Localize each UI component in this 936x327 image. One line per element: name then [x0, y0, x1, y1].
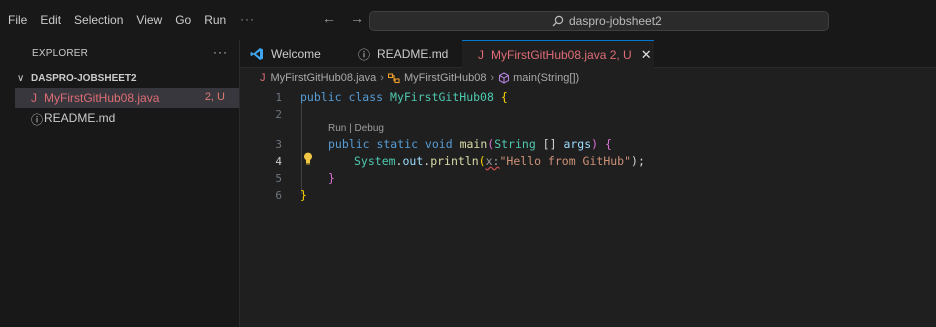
close-icon[interactable]: ✕	[641, 47, 652, 63]
explorer-sidebar: EXPLORER ··· ∨ DASPRO-JOBSHEET2 J MyFirs…	[0, 40, 240, 327]
info-icon: ⓘ	[358, 47, 371, 62]
tab-welcome[interactable]: Welcome	[240, 40, 350, 68]
tab-label: Welcome	[271, 47, 321, 61]
title-bar: File Edit Selection View Go Run ··· ← → …	[0, 0, 936, 40]
code-line-6: }	[300, 188, 307, 202]
tab-bar: Welcome ⓘ README.md J MyFirstGitHub08.ja…	[240, 40, 936, 68]
line-number: 5	[275, 172, 282, 185]
line-number-current: 4	[275, 155, 282, 168]
token-array: []	[535, 137, 564, 151]
tab-label: MyFirstGitHub08.java 2, U	[491, 47, 632, 62]
lightbulb-icon[interactable]	[303, 152, 313, 165]
java-file-icon: J	[478, 47, 484, 62]
menu-go[interactable]: Go	[175, 13, 191, 27]
info-icon: ⓘ	[31, 113, 44, 127]
code-editor[interactable]: 1 2 3 4 5 6 public class MyFirstGitHub08…	[240, 88, 936, 327]
menu-bar: File Edit Selection View Go Run	[0, 13, 239, 27]
line-number: 6	[275, 189, 282, 202]
class-icon	[387, 72, 400, 83]
git-status-badge: 2, U	[204, 91, 225, 103]
token-string: "Hello from GitHub"	[499, 154, 632, 168]
java-file-icon: J	[260, 72, 266, 84]
token-class-name: System	[354, 154, 396, 168]
explorer-more-button[interactable]: ···	[213, 45, 228, 59]
java-file-icon: J	[31, 91, 37, 105]
command-center-search[interactable]: daspro-jobsheet2	[369, 11, 829, 31]
folder-row[interactable]: ∨ DASPRO-JOBSHEET2	[0, 70, 239, 88]
explorer-header: EXPLORER	[32, 48, 89, 59]
token-function: println	[430, 154, 479, 168]
token-paren: (	[478, 154, 486, 168]
method-icon	[499, 72, 510, 84]
menu-view[interactable]: View	[136, 13, 162, 27]
line-number: 2	[275, 108, 282, 121]
file-name: README.md	[44, 111, 116, 125]
breadcrumb-class[interactable]: MyFirstGitHub08	[404, 72, 487, 84]
codelens-run-debug[interactable]: Run | Debug	[328, 123, 384, 134]
breadcrumb-file[interactable]: MyFirstGitHub08.java	[271, 72, 377, 84]
nav-arrows: ← →	[322, 10, 364, 26]
breadcrumb-method[interactable]: main(String[])	[513, 72, 579, 84]
menu-edit[interactable]: Edit	[40, 13, 61, 27]
menu-more-button[interactable]: ···	[240, 12, 255, 26]
tab-readme[interactable]: ⓘ README.md	[350, 40, 462, 68]
back-arrow-icon[interactable]: ←	[322, 10, 336, 26]
token-type: String	[494, 137, 536, 151]
code-line-4: System.out.println(x:"Hello from GitHub"…	[354, 154, 645, 168]
search-icon	[552, 15, 564, 27]
code-line-5: }	[328, 171, 335, 185]
breadcrumb-separator: ›	[490, 72, 495, 84]
file-item-myfirstgithub08[interactable]: J MyFirstGitHub08.java 2, U	[15, 88, 239, 108]
token-function: main	[459, 137, 488, 151]
token-paren: )	[591, 137, 599, 151]
line-number: 3	[275, 138, 282, 151]
line-number: 1	[275, 91, 282, 104]
token-brace: {	[605, 137, 612, 151]
search-text: daspro-jobsheet2	[569, 14, 662, 28]
forward-arrow-icon[interactable]: →	[350, 10, 364, 26]
inlay-hint: x:	[485, 154, 500, 168]
breadcrumb: J MyFirstGitHub08.java › MyFirstGitHub08…	[260, 72, 579, 84]
vscode-icon	[250, 48, 263, 60]
token-param: args	[563, 137, 592, 151]
file-item-readme[interactable]: ⓘ README.md	[15, 108, 239, 128]
token-field: out	[402, 154, 424, 168]
token-class-name: MyFirstGitHub08	[390, 90, 494, 104]
breadcrumb-separator: ›	[380, 72, 384, 84]
token-keyword: public class	[300, 90, 384, 104]
indent-guide	[301, 104, 302, 194]
token-brace: }	[300, 188, 307, 202]
menu-selection[interactable]: Selection	[74, 13, 123, 27]
file-name: MyFirstGitHub08.java	[44, 91, 160, 105]
tab-myfirstgithub08[interactable]: J MyFirstGitHub08.java 2, U ✕	[462, 40, 654, 68]
search-inner: daspro-jobsheet2	[552, 14, 662, 28]
token-brace: }	[328, 171, 335, 185]
code-line-1: public class MyFirstGitHub08 {	[300, 90, 508, 104]
tab-label: README.md	[377, 47, 449, 61]
chevron-down-icon: ∨	[17, 73, 25, 84]
token-end: );	[631, 154, 645, 168]
token-brace: {	[500, 90, 508, 104]
code-line-3: public static void main(String [] args) …	[328, 137, 612, 151]
menu-run[interactable]: Run	[204, 13, 226, 27]
token-keyword: public static void	[328, 137, 453, 151]
menu-file[interactable]: File	[8, 13, 27, 27]
folder-name: DASPRO-JOBSHEET2	[31, 73, 137, 84]
